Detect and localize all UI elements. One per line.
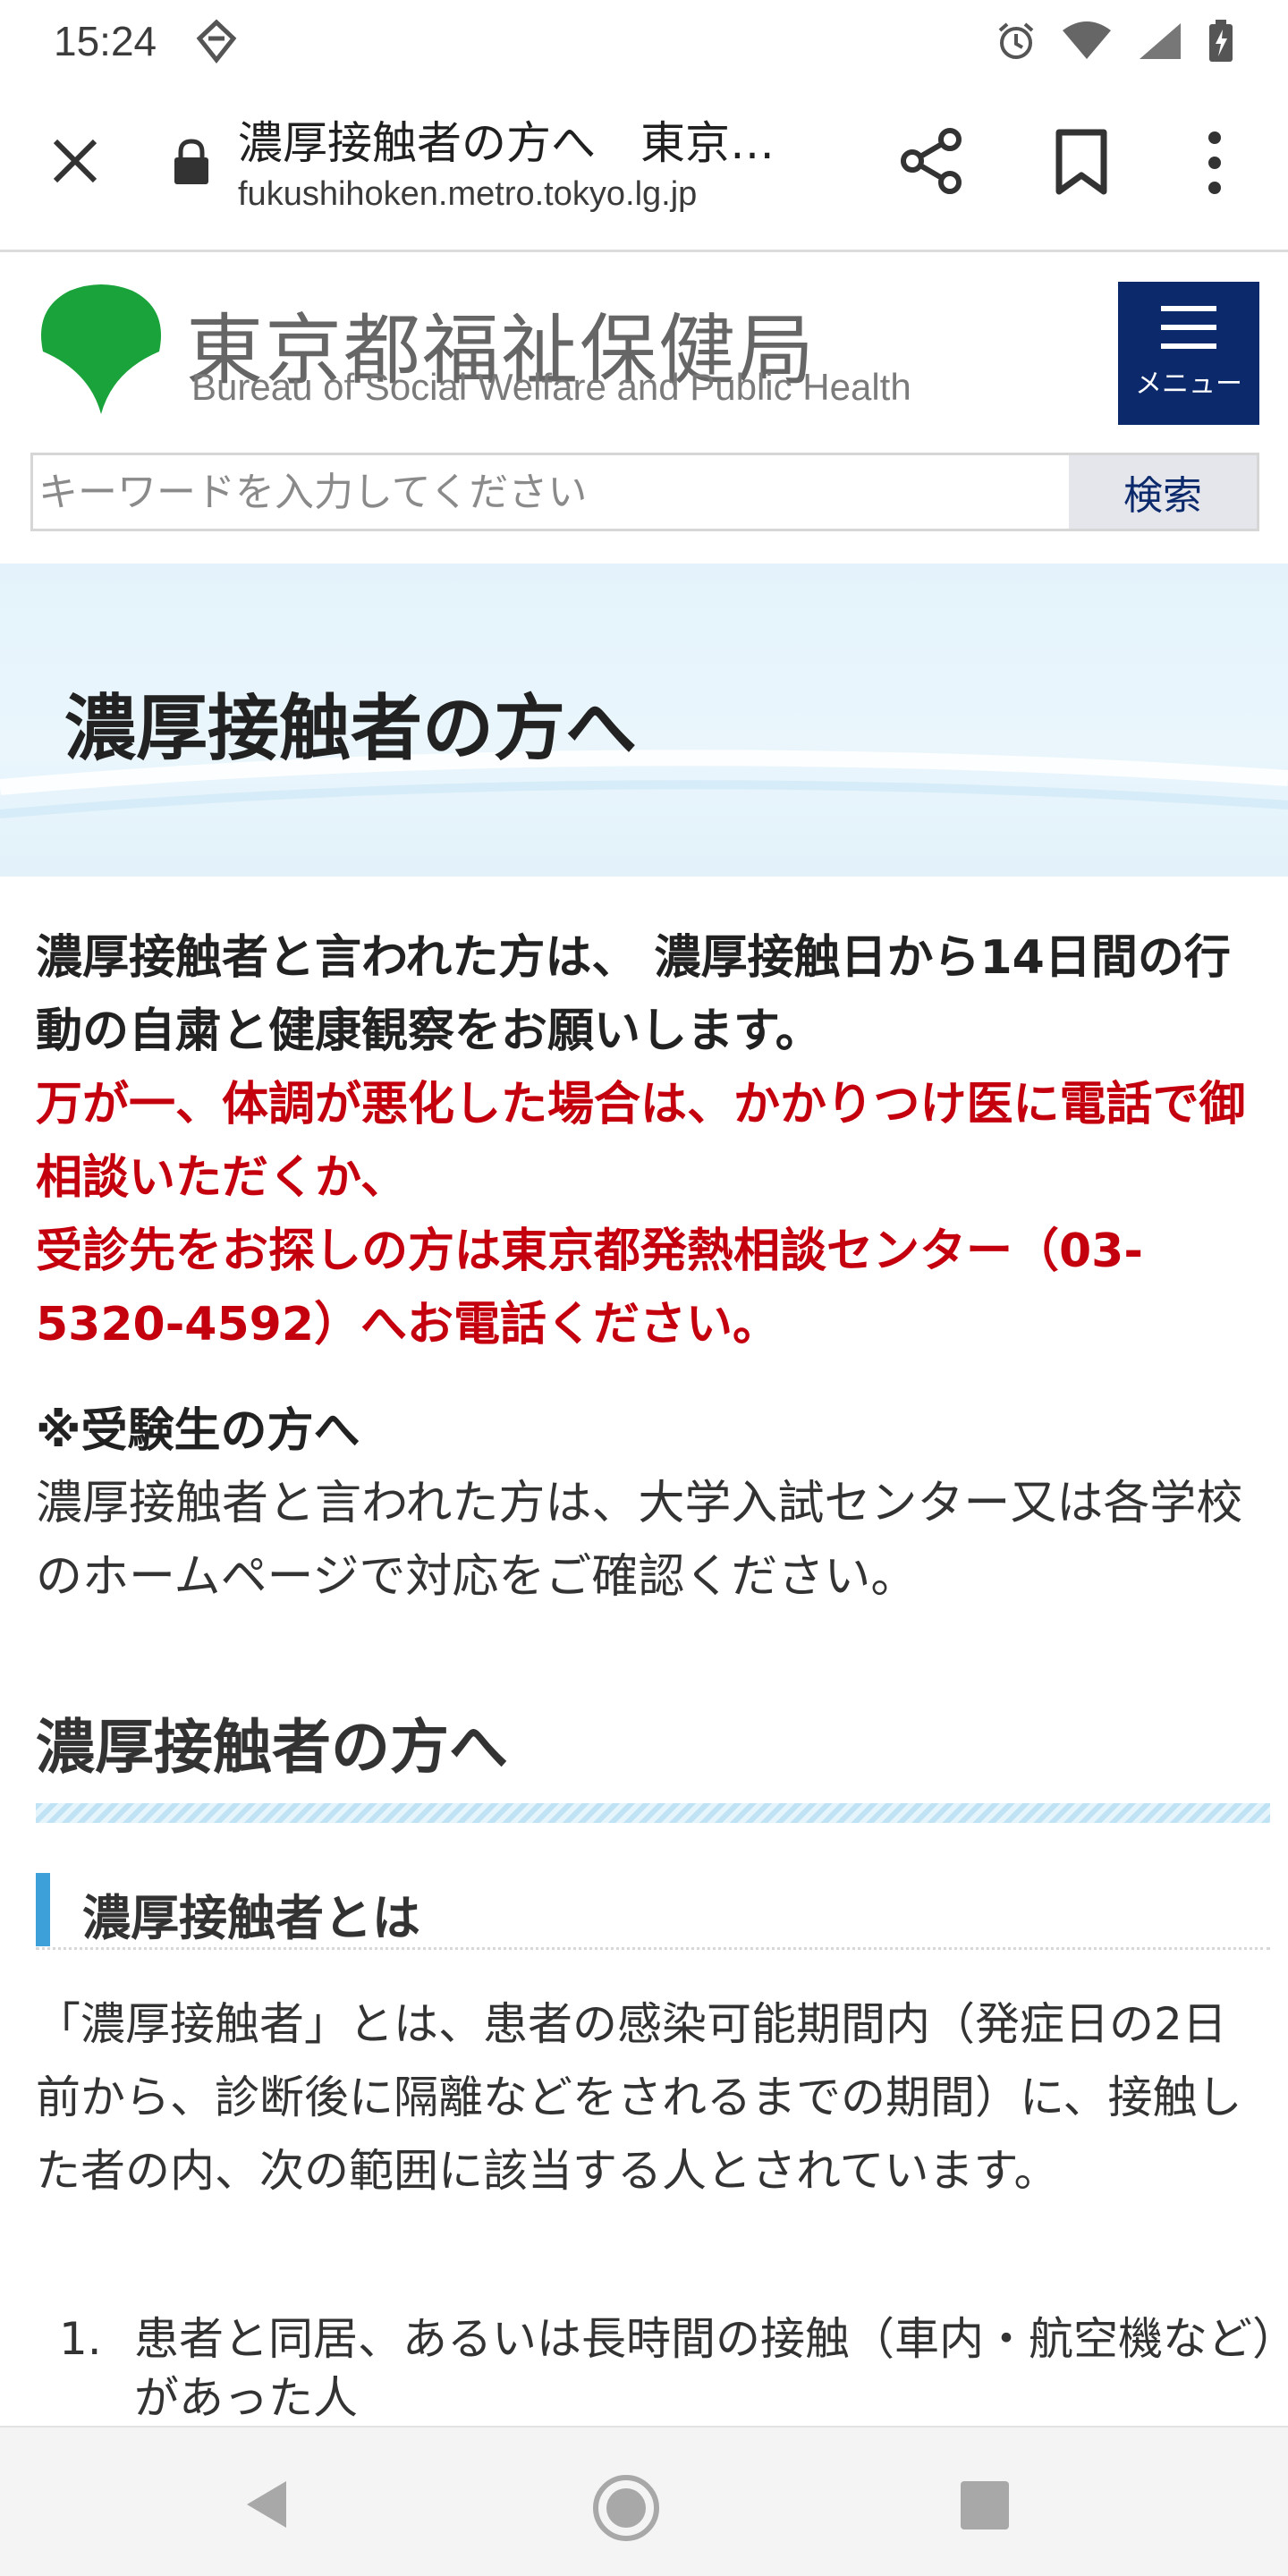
intro-content: 濃厚接触者と言われた方は、 濃厚接触日から14日間の行動の自粛と健康観察をお願い… (36, 921, 1261, 1614)
subsection-heading: 濃厚接触者とは (36, 1873, 1270, 1950)
subsection-title: 濃厚接触者とは (82, 1890, 420, 1946)
search-input[interactable] (33, 455, 1069, 529)
status-bar: 15:24 (0, 0, 1288, 82)
heading-accent-bar (36, 1873, 50, 1946)
intro-warning-1: 万が一、体調が悪化した場合は、かかりつけ医に電話で御相談いただくか、 (36, 1078, 1246, 1205)
hero-title: 濃厚接触者の方へ (64, 687, 637, 770)
page-title[interactable]: 濃厚接触者の方へ 東京… (238, 107, 846, 172)
site-header: 東京都福祉保健局 Bureau of Social Welfare and Pu… (0, 255, 1288, 443)
status-icons (995, 19, 1234, 64)
wifi-icon (1063, 21, 1111, 59)
back-icon[interactable] (240, 2478, 293, 2531)
exam-note-heading: ※受験生の方へ (36, 1404, 360, 1458)
intro-warning-2: 受診先をお探しの方は東京都発熱相談センター（03-5320-4592）へお電話く… (36, 1224, 1143, 1352)
intro-lead: 濃厚接触者と言われた方は、 濃厚接触日から14日間の行動の自粛と健康観察をお願い… (36, 931, 1231, 1058)
site-name-en[interactable]: Bureau of Social Welfare and Public Heal… (191, 366, 911, 409)
lock-icon (174, 139, 208, 184)
hamburger-icon (1161, 306, 1216, 349)
close-icon (53, 139, 97, 183)
page-url[interactable]: fukushihoken.metro.tokyo.lg.jp (238, 175, 697, 214)
system-nav-bar (0, 2426, 1288, 2576)
section-heading: 濃厚接触者の方へ (36, 1713, 508, 1782)
list-text: 患者と同居、あるいは長時間の接触（車内・航空機など）があった人 (134, 2313, 1275, 2424)
more-options-icon[interactable] (1195, 127, 1234, 199)
bookmark-icon[interactable] (1052, 129, 1111, 195)
home-icon[interactable] (590, 2472, 662, 2544)
alarm-icon (998, 22, 1034, 59)
hero-banner: 濃厚接触者の方へ (0, 564, 1288, 877)
signal-icon (1140, 23, 1181, 59)
app-notification-icon (196, 19, 237, 64)
search-button[interactable]: 検索 (1069, 455, 1257, 529)
status-time: 15:24 (54, 18, 157, 64)
recent-apps-icon[interactable] (961, 2481, 1009, 2529)
heading-divider (36, 1803, 1270, 1823)
definition-paragraph: 「濃厚接触者」とは、患者の感染可能期間内（発症日の2日前から、診断後に隔離などを… (36, 1998, 1242, 2197)
search-bar: 検索 (30, 453, 1259, 531)
list-item: 1. 患者と同居、あるいは長時間の接触（車内・航空機など）があった人 (36, 2309, 1279, 2428)
battery-icon (1209, 20, 1233, 62)
menu-button[interactable]: メニュー (1118, 282, 1259, 425)
list-number: 1. (59, 2313, 102, 2365)
ginkgo-logo-icon[interactable] (34, 282, 168, 416)
menu-label: メニュー (1135, 369, 1242, 400)
browser-toolbar: 濃厚接触者の方へ 東京… fukushihoken.metro.tokyo.lg… (0, 82, 1288, 252)
exam-note-body: 濃厚接触者と言われた方は、大学入試センター又は各学校のホームページで対応をご確認… (36, 1477, 1243, 1604)
close-tab-button[interactable] (43, 129, 107, 193)
share-icon[interactable] (898, 127, 966, 195)
